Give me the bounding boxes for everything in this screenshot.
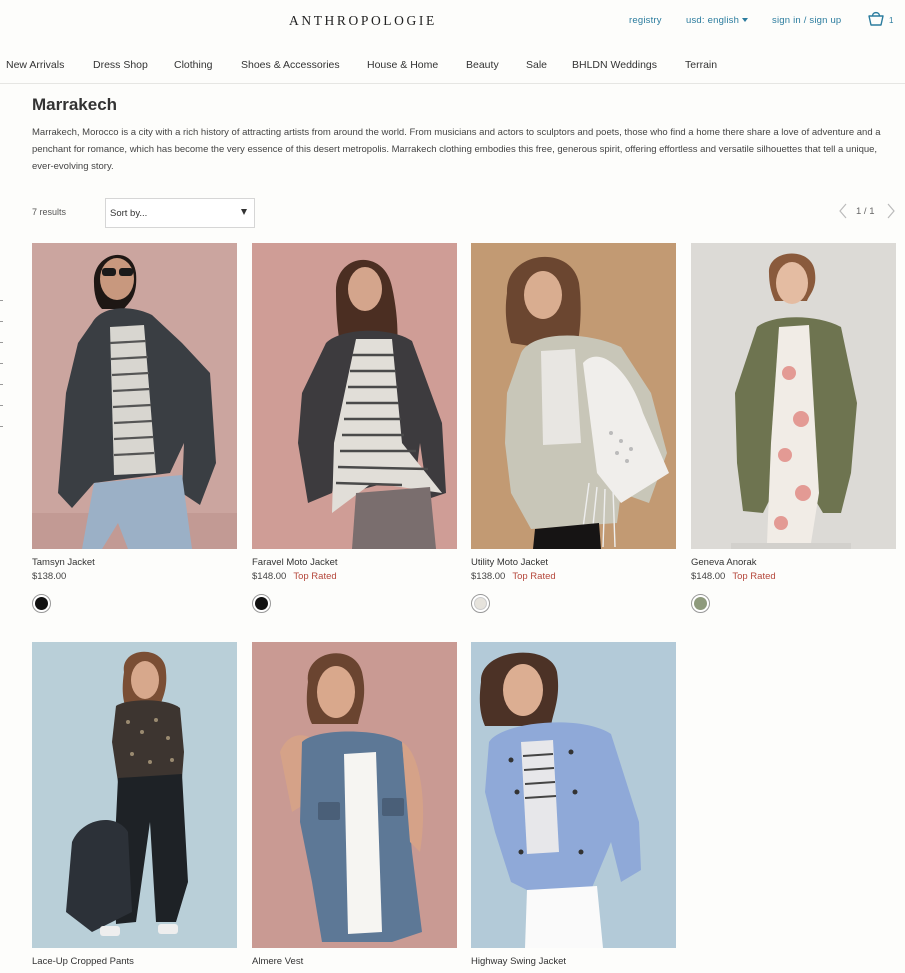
nav-beauty[interactable]: Beauty (466, 59, 499, 71)
pagination: 1 / 1 (838, 203, 900, 219)
product-name[interactable]: Lace-Up Cropped Pants (32, 956, 134, 967)
product-price: $148.00 (252, 571, 287, 582)
page-title: Marrakech (32, 95, 118, 114)
product-image[interactable] (691, 243, 896, 549)
nav-house-home[interactable]: House & Home (367, 59, 438, 71)
product-price-row: $138.00 (32, 571, 73, 582)
page-indicator: 1 / 1 (856, 206, 875, 217)
basket-icon (868, 11, 884, 26)
product-price: $148.00 (691, 571, 726, 582)
product-image[interactable] (252, 243, 457, 549)
color-swatch[interactable] (691, 594, 710, 613)
sort-label: Sort by... (110, 208, 148, 219)
nav-clothing[interactable]: Clothing (174, 59, 213, 71)
caret-down-icon (241, 209, 247, 215)
sort-dropdown[interactable]: Sort by... (105, 198, 255, 228)
product-price: $138.00 (32, 571, 67, 582)
product-name[interactable]: Highway Swing Jacket (471, 956, 566, 967)
nav-bhldn-weddings[interactable]: BHLDN Weddings (572, 59, 657, 71)
product-image[interactable] (471, 243, 676, 549)
product-name[interactable]: Geneva Anorak (691, 557, 757, 568)
chevron-left-icon[interactable] (838, 203, 848, 219)
nav-sale[interactable]: Sale (526, 59, 547, 71)
product-image[interactable] (252, 642, 457, 948)
nav-terrain[interactable]: Terrain (685, 59, 717, 71)
product-name[interactable]: Almere Vest (252, 956, 303, 967)
chevron-right-icon[interactable] (886, 203, 896, 219)
product-price: $138.00 (471, 571, 506, 582)
registry-link[interactable]: registry (629, 15, 662, 26)
top-rated-badge: Top Rated (732, 571, 776, 582)
category-description: Marrakech, Morocco is a city with a rich… (32, 127, 881, 172)
side-scroll-marks (0, 300, 3, 447)
product-name[interactable]: Utility Moto Jacket (471, 557, 548, 568)
main-navigation: New Arrivals Dress Shop Clothing Shoes &… (0, 56, 905, 84)
site-header: ANTHROPOLOGIE registry usd: english sign… (0, 0, 905, 42)
color-swatch[interactable] (471, 594, 490, 613)
nav-dress-shop[interactable]: Dress Shop (93, 59, 148, 71)
sign-in-link[interactable]: sign in / sign up (772, 15, 841, 26)
product-name[interactable]: Tamsyn Jacket (32, 557, 95, 568)
product-price-row: $148.00 Top Rated (691, 571, 776, 582)
cart-count: 1 (889, 16, 894, 25)
brand-logo[interactable]: ANTHROPOLOGIE (289, 13, 437, 29)
language-selector[interactable]: usd: english (686, 15, 749, 26)
results-count: 7 results (32, 207, 67, 217)
color-swatch[interactable] (32, 594, 51, 613)
language-label: usd: english (686, 15, 740, 26)
cart-button[interactable]: 1 (867, 10, 897, 30)
top-rated-badge: Top Rated (512, 571, 556, 582)
color-swatch[interactable] (252, 594, 271, 613)
product-price-row: $148.00 Top Rated (252, 571, 337, 582)
nav-shoes-accessories[interactable]: Shoes & Accessories (241, 59, 340, 71)
product-name[interactable]: Faravel Moto Jacket (252, 557, 338, 568)
product-image[interactable] (32, 642, 237, 948)
product-image[interactable] (32, 243, 237, 549)
product-price-row: $138.00 Top Rated (471, 571, 556, 582)
nav-new-arrivals[interactable]: New Arrivals (6, 59, 64, 71)
chevron-down-icon (742, 18, 749, 22)
top-rated-badge: Top Rated (293, 571, 337, 582)
product-image[interactable] (471, 642, 676, 948)
